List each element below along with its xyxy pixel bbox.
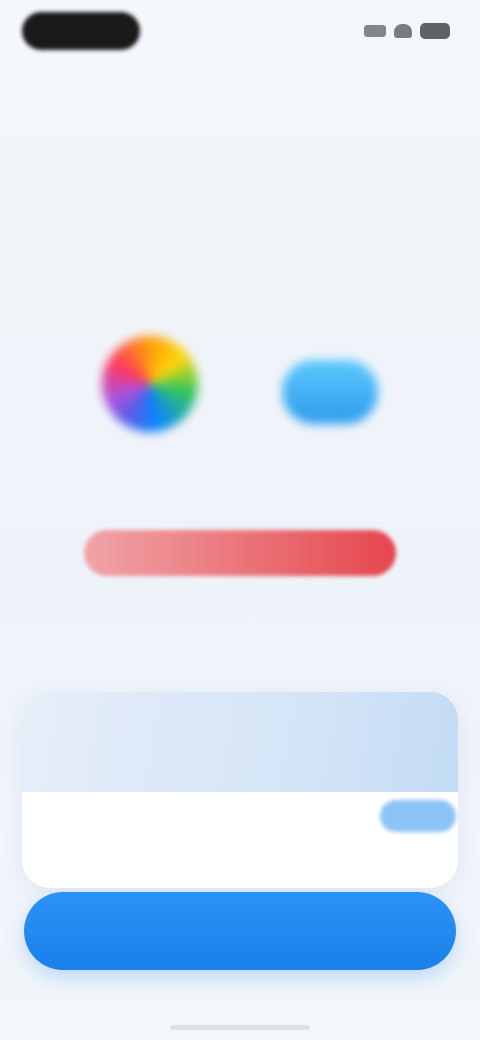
app-icloud[interactable] <box>240 330 420 492</box>
footer-left-link[interactable] <box>30 976 100 990</box>
wifi-icon <box>394 24 412 38</box>
footer-right-link[interactable] <box>380 976 450 990</box>
status-bar <box>0 0 480 64</box>
app-list <box>60 330 420 492</box>
primary-action-button[interactable] <box>24 892 456 970</box>
card-header <box>22 692 458 792</box>
icloud-icon <box>282 360 378 424</box>
progress-fill <box>84 530 396 576</box>
home-indicator <box>170 1025 310 1030</box>
card-row-badge[interactable] <box>380 800 456 832</box>
photos-icon <box>102 336 198 432</box>
storage-card <box>22 692 458 888</box>
progress-bar <box>84 530 396 576</box>
card-option-row[interactable] <box>22 792 458 888</box>
signal-icon <box>364 25 386 37</box>
back-button[interactable] <box>22 12 140 50</box>
battery-icon <box>420 23 450 39</box>
status-icons <box>364 20 450 42</box>
app-photos[interactable] <box>60 330 240 492</box>
